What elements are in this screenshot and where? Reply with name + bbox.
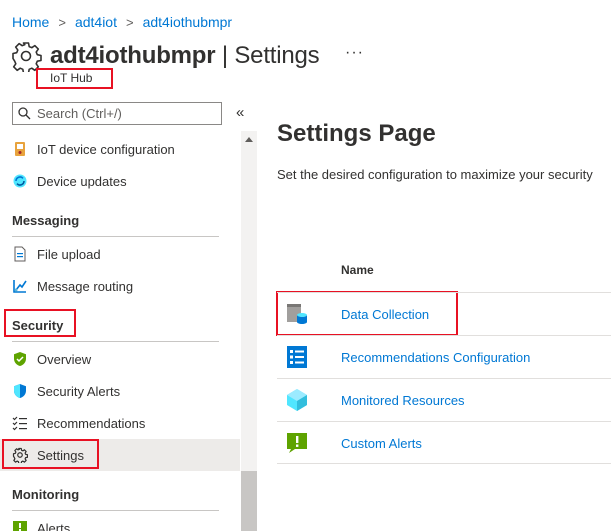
search-placeholder: Search (Ctrl+/): [37, 106, 122, 121]
settings-row-recommendations-configuration[interactable]: Recommendations Configuration: [277, 335, 611, 378]
custom-alerts-link[interactable]: Custom Alerts: [341, 436, 422, 451]
recommendations-configuration-icon: [287, 346, 307, 368]
breadcrumb-home[interactable]: Home: [12, 14, 49, 30]
device-configuration-icon: [12, 141, 28, 157]
page-title: adt4iothubmpr | Settings: [50, 42, 320, 70]
sidebar-item-label: Security Alerts: [37, 383, 121, 399]
breadcrumb-adt4iot[interactable]: adt4iot: [75, 14, 117, 30]
page-name: | Settings: [215, 42, 320, 69]
data-collection-link[interactable]: Data Collection: [341, 307, 429, 322]
settings-row-custom-alerts[interactable]: Custom Alerts: [277, 421, 611, 464]
sidebar-item-label: File upload: [37, 246, 101, 262]
message-routing-icon: [12, 278, 28, 294]
data-collection-icon: [287, 304, 307, 324]
sidebar-item-label: Alerts: [37, 520, 71, 531]
settings-description: Set the desired configuration to maximiz…: [277, 167, 593, 182]
sidebar-item-alerts[interactable]: Alerts: [0, 512, 240, 531]
breadcrumb: Home > adt4iot > adt4iothubmpr: [12, 14, 232, 30]
section-monitoring: Monitoring: [12, 487, 80, 502]
more-options-button[interactable]: ···: [345, 44, 364, 62]
sidebar-item-security-alerts[interactable]: Security Alerts: [0, 375, 240, 407]
sidebar-scrollbar[interactable]: [241, 131, 257, 531]
sidebar-item-label: Overview: [37, 351, 92, 367]
highlight-box-settings: [2, 439, 99, 469]
section-divider: [12, 236, 219, 237]
sidebar-item-device-updates[interactable]: Device updates: [0, 165, 240, 197]
resource-name: adt4iothubmpr: [50, 42, 216, 69]
breadcrumb-hub[interactable]: adt4iothubmpr: [143, 14, 233, 30]
search-icon: [18, 107, 31, 120]
section-divider: [12, 341, 219, 342]
breadcrumb-separator: >: [58, 14, 66, 30]
scroll-up-arrow[interactable]: [245, 137, 253, 142]
breadcrumb-separator: >: [126, 14, 134, 30]
sidebar-item-label: Device updates: [37, 173, 127, 189]
search-input[interactable]: Search (Ctrl+/): [12, 102, 222, 125]
sidebar-item-label: IoT device configuration: [37, 141, 175, 157]
sidebar-item-label: Message routing: [37, 278, 134, 294]
collapse-sidebar-button[interactable]: «: [236, 104, 244, 121]
sidebar-item-iot-device-configuration[interactable]: IoT device configuration: [0, 133, 240, 165]
monitored-resources-link[interactable]: Monitored Resources: [341, 393, 465, 408]
sidebar-item-recommendations[interactable]: Recommendations: [0, 407, 240, 439]
section-messaging: Messaging: [12, 213, 80, 228]
sidebar-item-label: Recommendations: [37, 415, 146, 431]
settings-row-monitored-resources[interactable]: Monitored Resources: [277, 378, 611, 421]
table-bottom-border: [277, 463, 611, 464]
highlight-box-security: [4, 309, 76, 337]
alerts-icon: [12, 520, 28, 531]
security-alert-icon: [12, 383, 28, 399]
settings-content: Settings Page Set the desired configurat…: [257, 100, 611, 531]
resource-type-label: IoT Hub: [36, 68, 113, 89]
sidebar-item-message-routing[interactable]: Message routing: [0, 270, 240, 302]
monitored-resources-icon: [287, 389, 307, 411]
sidebar-item-security-overview[interactable]: Overview: [0, 343, 240, 375]
custom-alerts-icon: [287, 433, 307, 453]
sidebar-item-file-upload[interactable]: File upload: [0, 238, 240, 270]
recommendations-configuration-link[interactable]: Recommendations Configuration: [341, 350, 530, 365]
settings-row-data-collection[interactable]: Data Collection: [277, 292, 611, 335]
scrollbar-thumb[interactable]: [241, 471, 257, 531]
section-divider: [12, 510, 219, 511]
file-upload-icon: [12, 246, 28, 262]
shield-icon: [12, 351, 28, 367]
settings-page-title: Settings Page: [277, 120, 436, 147]
device-updates-icon: [12, 173, 28, 189]
column-header-name: Name: [341, 263, 374, 277]
recommendations-icon: [12, 415, 28, 431]
